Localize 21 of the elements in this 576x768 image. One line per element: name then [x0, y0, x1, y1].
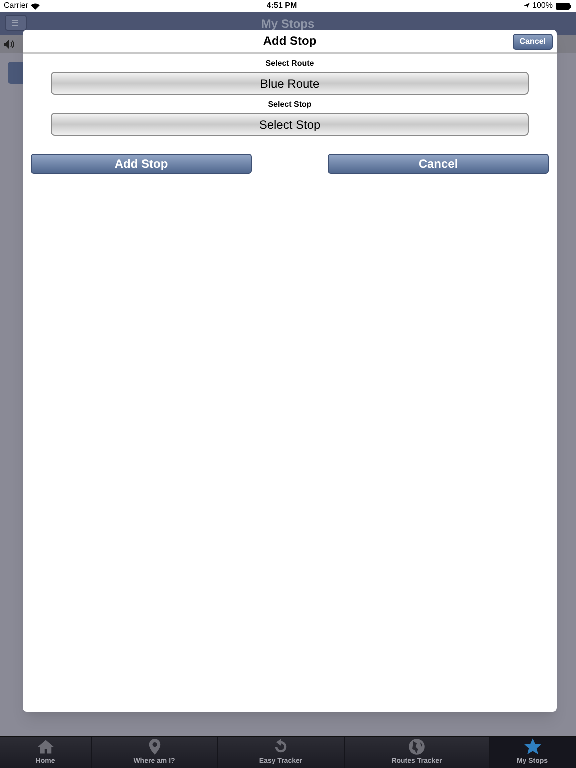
speaker-icon — [4, 40, 15, 48]
wifi-icon — [31, 2, 40, 10]
star-icon — [524, 738, 542, 756]
clock-time: 4:51 PM — [266, 0, 298, 12]
menu-icon — [12, 20, 20, 26]
action-button[interactable]: Add Stop — [31, 154, 252, 174]
battery-percent: 100% — [532, 0, 553, 12]
battery-icon — [556, 2, 572, 10]
menu-button[interactable] — [5, 15, 27, 31]
cancel-button[interactable]: Cancel — [512, 34, 553, 50]
globe-icon — [408, 738, 426, 756]
field-label: Select Stop — [268, 99, 312, 111]
screen-title: My Stops — [261, 16, 315, 32]
carrier-label: Carrier — [4, 0, 28, 12]
location-arrow-icon — [524, 3, 530, 9]
field-label: Select Route — [266, 58, 314, 70]
action-button[interactable]: Cancel — [328, 154, 549, 174]
picker-button[interactable]: Select Stop — [51, 113, 529, 136]
house-icon — [36, 738, 54, 756]
picker-button[interactable]: Blue Route — [51, 72, 529, 95]
dialog-title: Add Stop — [263, 33, 317, 50]
